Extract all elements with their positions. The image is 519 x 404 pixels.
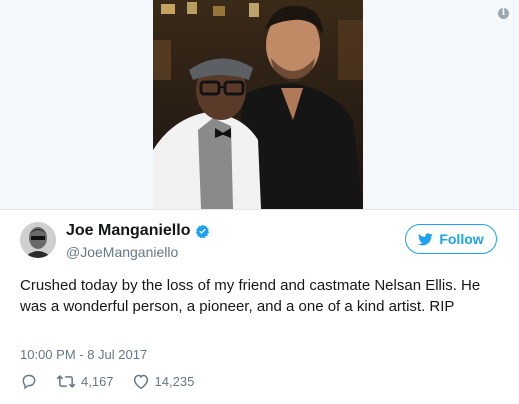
info-icon[interactable]: i <box>498 8 509 19</box>
reply-action[interactable] <box>20 373 38 390</box>
author-handle[interactable]: @JoeManganiello <box>66 244 178 260</box>
retweet-count: 4,167 <box>81 374 114 389</box>
author-name-row: Joe Manganiello <box>66 222 210 240</box>
author-name[interactable]: Joe Manganiello <box>66 222 190 240</box>
tweet-timestamp[interactable]: 10:00 PM - 8 Jul 2017 <box>20 347 147 362</box>
tweet-actions: 4,167 14,235 <box>20 373 212 390</box>
retweet-icon[interactable] <box>56 373 76 390</box>
tweet-media[interactable]: i <box>0 0 519 209</box>
verified-badge-icon <box>195 224 210 239</box>
heart-icon[interactable] <box>132 373 150 390</box>
twitter-bird-icon <box>418 232 434 246</box>
like-count: 14,235 <box>154 374 195 389</box>
tweet-photo[interactable] <box>153 0 363 209</box>
avatar[interactable] <box>20 222 56 258</box>
follow-label: Follow <box>439 231 484 247</box>
retweet-action[interactable]: 4,167 <box>56 373 114 390</box>
like-action[interactable]: 14,235 <box>132 373 195 390</box>
reply-icon[interactable] <box>20 373 38 390</box>
follow-button[interactable]: Follow <box>405 224 497 254</box>
tweet-text: Crushed today by the loss of my friend a… <box>20 277 481 315</box>
media-divider <box>0 209 519 210</box>
